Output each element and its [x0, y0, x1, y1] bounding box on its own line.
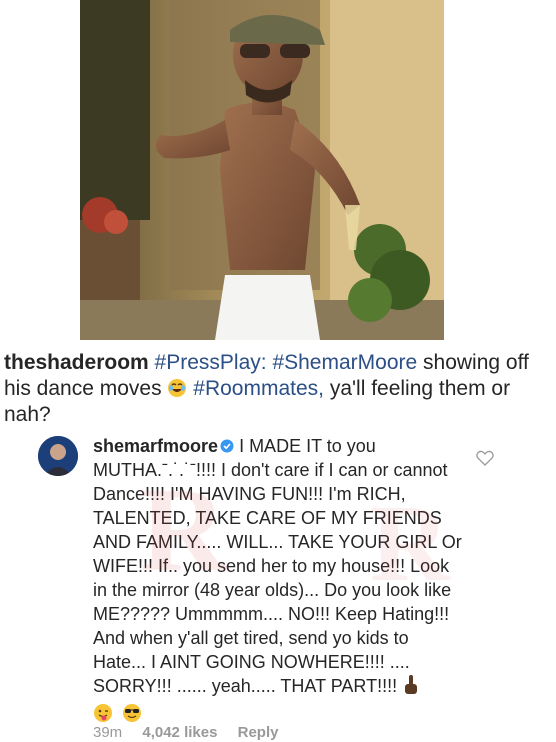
comment-text: I MADE IT to you MUTHA.ˉ.˙.˙ˉ!!!! I don'… [93, 436, 462, 696]
tongue-wink-emoji-icon [94, 704, 112, 723]
verified-badge-icon [220, 439, 234, 453]
video-frame-image [80, 0, 444, 340]
comment-body: shemarfmoore I MADE IT to you MUTHA.ˉ.˙.… [93, 434, 463, 724]
point-up-emoji-icon [405, 675, 418, 694]
comment-username[interactable]: shemarfmoore [93, 436, 218, 456]
avatar-image [38, 436, 78, 476]
comment-meta: 39m 4,042 likes Reply [93, 724, 294, 741]
post-caption: theshaderoom #PressPlay: #ShemarMoore sh… [4, 350, 534, 428]
comment-likes-count[interactable]: 4,042 likes [142, 724, 217, 741]
post-video[interactable] [80, 0, 444, 340]
heart-icon[interactable] [476, 450, 494, 466]
comment-emoji-row [93, 700, 146, 724]
comment-timestamp: 39m [93, 724, 123, 741]
avatar[interactable] [38, 436, 78, 476]
caption-username[interactable]: theshaderoom [4, 351, 149, 374]
laughing-emoji-icon [168, 379, 187, 397]
caption-hashtag-shemarmoore[interactable]: #ShemarMoore [272, 351, 417, 374]
caption-hashtag-roommates[interactable]: #Roommates, [193, 377, 324, 400]
reply-button[interactable]: Reply [238, 724, 279, 741]
sunglasses-emoji-icon [123, 704, 142, 723]
caption-hashtag-pressplay[interactable]: #PressPlay: [155, 351, 267, 374]
comment-item: shemarfmoore I MADE IT to you MUTHA.ˉ.˙.… [0, 426, 556, 742]
